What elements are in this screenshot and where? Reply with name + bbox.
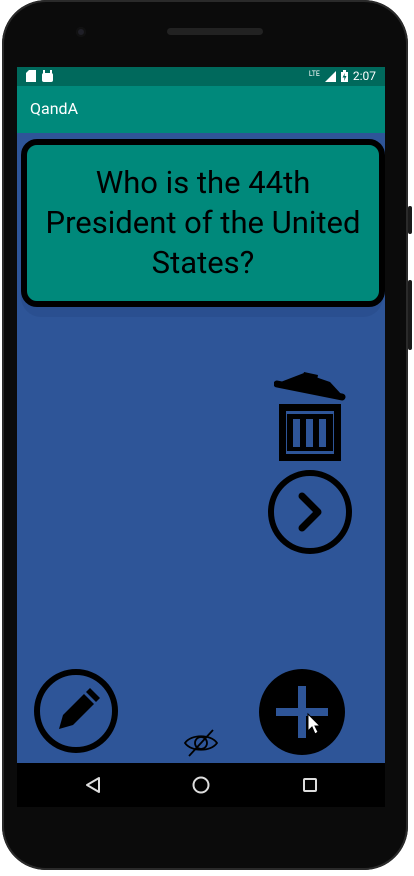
- earpiece-speaker: [167, 28, 263, 35]
- question-card[interactable]: Who is the 44th President of the United …: [21, 139, 385, 307]
- front-camera: [76, 27, 86, 37]
- eye-off-icon[interactable]: [183, 728, 219, 758]
- side-button: [408, 280, 412, 350]
- recents-square-icon[interactable]: [301, 775, 319, 795]
- screen: LTE 2:07 QandA Who is the 44th President…: [17, 67, 385, 763]
- side-button: [408, 206, 412, 234]
- trash-icon[interactable]: [274, 370, 348, 462]
- next-button[interactable]: [267, 469, 353, 555]
- question-text: Who is the 44th President of the United …: [45, 164, 361, 281]
- add-button[interactable]: [258, 668, 346, 756]
- network-label: LTE: [308, 69, 320, 78]
- battery-icon: [340, 70, 348, 82]
- home-circle-icon[interactable]: [191, 775, 211, 795]
- system-nav-bar: [17, 763, 385, 807]
- clock: 2:07: [352, 69, 376, 83]
- android-icon: [42, 70, 53, 82]
- sd-card-icon: [26, 70, 36, 82]
- app-title: QandA: [30, 99, 79, 118]
- back-triangle-icon[interactable]: [84, 775, 102, 795]
- edit-button[interactable]: [33, 667, 119, 755]
- app-bar: QandA: [17, 86, 385, 133]
- signal-icon: [324, 70, 336, 82]
- status-bar: LTE 2:07: [17, 67, 385, 86]
